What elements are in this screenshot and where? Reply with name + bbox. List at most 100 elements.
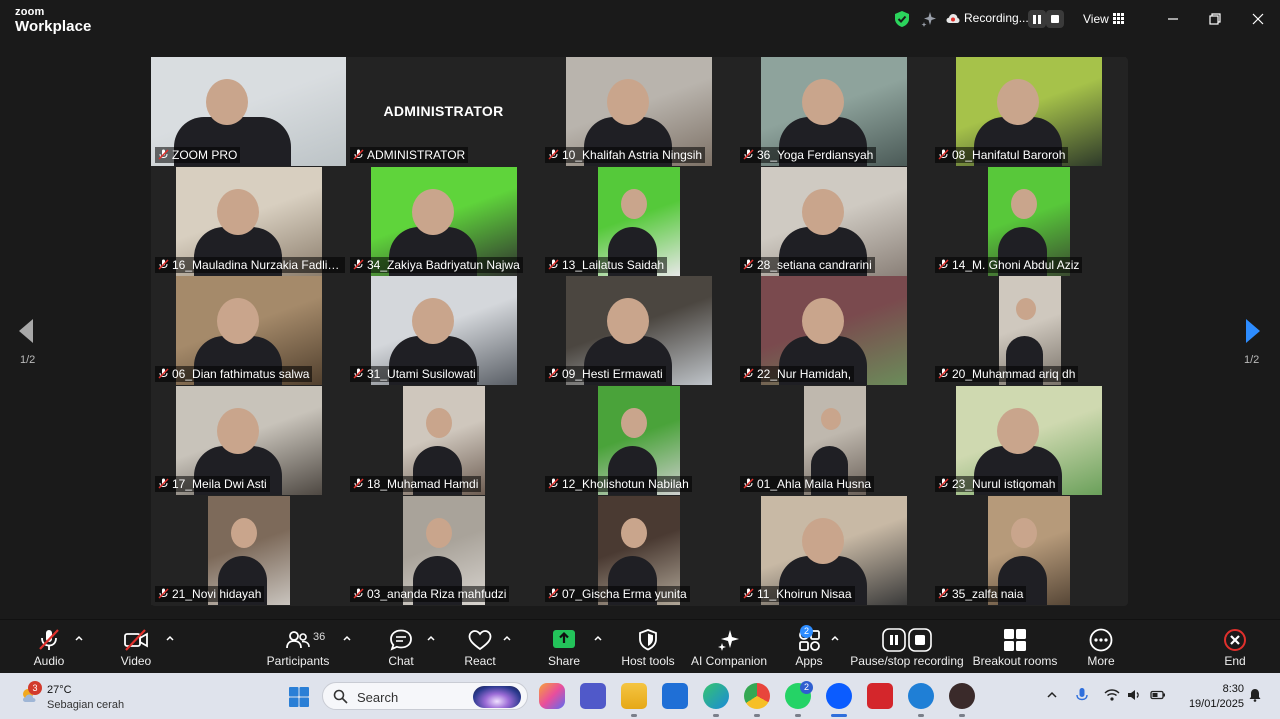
previous-page-arrow-icon[interactable]: [18, 318, 34, 344]
weather-widget[interactable]: 3 27°C Sebagian cerah: [16, 681, 146, 713]
taskbar-search-box[interactable]: Search: [322, 682, 528, 710]
participants-button[interactable]: Participants: [266, 620, 330, 674]
audio-options-caret-icon[interactable]: [74, 633, 84, 643]
stop-recording-button[interactable]: [1046, 10, 1064, 28]
participant-tile[interactable]: 23_Nurul istiqomah: [931, 386, 1126, 495]
muted-microphone-icon: [158, 588, 169, 599]
end-meeting-button[interactable]: End: [1220, 620, 1250, 674]
volume-icon[interactable]: [1126, 687, 1142, 703]
ai-companion-button[interactable]: AI Companion: [691, 620, 767, 674]
participant-name: 09_Hesti Ermawati: [562, 367, 663, 381]
participant-tile[interactable]: 34_Zakiya Badriyatun Najwa: [346, 167, 541, 276]
participant-name-label: 28_setiana candrarini: [740, 257, 875, 273]
participant-tile[interactable]: 12_Kholishotun Nabilah: [541, 386, 736, 495]
participant-tile[interactable]: 06_Dian fathimatus salwa: [151, 276, 346, 385]
share-button[interactable]: Share: [547, 620, 581, 674]
chrome-browser-app-icon[interactable]: [744, 683, 770, 709]
video-label: Video: [120, 654, 152, 668]
breakout-rooms-button[interactable]: Breakout rooms: [972, 620, 1058, 674]
search-highlight-art-icon: [473, 686, 521, 708]
participant-name: 16_Mauladina Nurzakia Fadliy...: [172, 258, 343, 272]
pause-stop-recording-button[interactable]: Pause/stop recording: [850, 620, 964, 674]
encryption-shield-icon[interactable]: [893, 10, 911, 28]
file-explorer-app-icon[interactable]: [621, 683, 647, 709]
participant-name-label: 07_Gischa Erma yunita: [545, 586, 690, 602]
ai-sparkle-icon[interactable]: [920, 10, 938, 28]
participant-tile[interactable]: 16_Mauladina Nurzakia Fadliy...: [151, 167, 346, 276]
wifi-icon[interactable]: [1104, 687, 1120, 703]
participant-tile[interactable]: 18_Muhamad Hamdi: [346, 386, 541, 495]
participant-name: 07_Gischa Erma yunita: [562, 587, 687, 601]
participant-tile[interactable]: 10_Khalifah Astria Ningsih: [541, 57, 736, 166]
grid-view-icon[interactable]: [1113, 13, 1124, 24]
chat-button[interactable]: Chat: [386, 620, 416, 674]
participant-name-label: 11_Khoirun Nisaa: [740, 586, 855, 602]
notification-bell-icon[interactable]: [1248, 688, 1262, 702]
participant-face: [821, 408, 841, 430]
media-player-app-icon[interactable]: [949, 683, 975, 709]
microphone-in-use-icon[interactable]: [1074, 687, 1090, 703]
participant-tile[interactable]: 36_Yoga Ferdiansyah: [736, 57, 931, 166]
muted-microphone-icon: [353, 149, 364, 160]
windows-start-icon[interactable]: [288, 686, 310, 708]
participant-name-label: 22_Nur Hamidah,: [740, 366, 855, 382]
battery-icon[interactable]: [1150, 687, 1166, 703]
restore-window-button[interactable]: [1204, 8, 1226, 30]
video-options-caret-icon[interactable]: [165, 633, 175, 643]
pdf-reader-app-icon[interactable]: [867, 683, 893, 709]
participant-tile[interactable]: 07_Gischa Erma yunita: [541, 496, 736, 605]
participant-tile[interactable]: 20_Muhammad ariq dh: [931, 276, 1126, 385]
breakout-rooms-label: Breakout rooms: [972, 654, 1058, 668]
muted-microphone-icon: [938, 259, 949, 270]
participant-tile[interactable]: ADMINISTRATOR ADMINISTRATOR: [346, 57, 541, 166]
share-screen-icon: [553, 630, 575, 648]
close-window-button[interactable]: [1247, 8, 1269, 30]
muted-microphone-icon: [548, 368, 559, 379]
muted-microphone-icon: [39, 629, 59, 650]
audio-button[interactable]: Audio: [30, 620, 68, 674]
edge-browser-app-icon[interactable]: [703, 683, 729, 709]
teams-app-icon[interactable]: [580, 683, 606, 709]
zoom-app-icon[interactable]: [826, 683, 852, 709]
participant-tile[interactable]: 09_Hesti Ermawati: [541, 276, 736, 385]
view-button[interactable]: View: [1083, 12, 1109, 26]
participant-tile[interactable]: 14_M. Ghoni Abdul Aziz: [931, 167, 1126, 276]
muted-microphone-icon: [743, 259, 754, 270]
participant-tile[interactable]: 01_Ahla Maila Husna: [736, 386, 931, 495]
participant-face: [802, 518, 844, 564]
pause-icon: [1033, 14, 1041, 24]
next-page-arrow-icon[interactable]: [1245, 318, 1261, 344]
participant-tile[interactable]: 35_zalfa naia: [931, 496, 1126, 605]
video-button[interactable]: Video: [116, 620, 156, 674]
system-clock[interactable]: 8:30 19/01/2025: [1178, 682, 1244, 712]
react-button[interactable]: React: [464, 620, 496, 674]
more-button[interactable]: More: [1084, 620, 1118, 674]
participant-tile[interactable]: 08_Hanifatul Baroroh: [931, 57, 1126, 166]
windows-taskbar: 3 27°C Sebagian cerah Search 2 8:30 19/0…: [0, 673, 1280, 719]
apps-options-caret-icon[interactable]: [830, 633, 840, 643]
show-hidden-icons-caret-icon[interactable]: [1046, 690, 1058, 700]
share-options-caret-icon[interactable]: [593, 633, 603, 643]
participant-tile[interactable]: ZOOM PRO: [151, 57, 346, 166]
participant-tile[interactable]: 22_Nur Hamidah,: [736, 276, 931, 385]
host-tools-button[interactable]: Host tools: [621, 620, 675, 674]
mail-app-icon[interactable]: [662, 683, 688, 709]
participant-name-label: 18_Muhamad Hamdi: [350, 476, 482, 492]
participants-options-caret-icon[interactable]: [342, 633, 352, 643]
participant-tile[interactable]: 17_Meila Dwi Asti: [151, 386, 346, 495]
clock-app-icon[interactable]: [908, 683, 934, 709]
copilot-app-icon[interactable]: [539, 683, 565, 709]
participant-tile[interactable]: 03_ananda Riza mahfudzi: [346, 496, 541, 605]
participant-tile[interactable]: 13_Lailatus Saidah: [541, 167, 736, 276]
react-options-caret-icon[interactable]: [502, 633, 512, 643]
chat-options-caret-icon[interactable]: [426, 633, 436, 643]
muted-microphone-icon: [938, 368, 949, 379]
minimize-window-button[interactable]: [1162, 8, 1184, 30]
apps-badge: 2: [800, 625, 813, 638]
pause-recording-button[interactable]: [1028, 10, 1046, 28]
participant-tile[interactable]: 21_Novi hidayah: [151, 496, 346, 605]
logo-line2: Workplace: [15, 18, 92, 35]
participant-tile[interactable]: 31_Utami Susilowati: [346, 276, 541, 385]
participant-tile[interactable]: 28_setiana candrarini: [736, 167, 931, 276]
participant-tile[interactable]: 11_Khoirun Nisaa: [736, 496, 931, 605]
